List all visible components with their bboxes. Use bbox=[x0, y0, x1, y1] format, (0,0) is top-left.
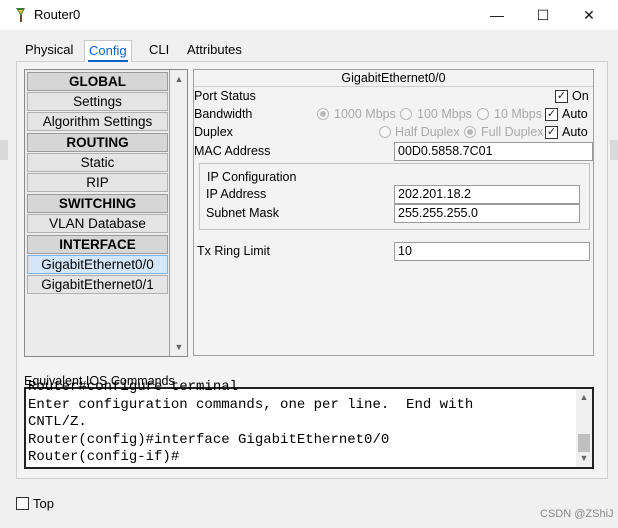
tab-config[interactable]: Config bbox=[84, 40, 132, 62]
sidebar-scrollbar[interactable]: ▲ ▼ bbox=[171, 70, 187, 356]
sidebar-item-algorithm-settings[interactable]: Algorithm Settings bbox=[27, 112, 168, 131]
tab-cli[interactable]: CLI bbox=[145, 40, 173, 62]
bandwidth-100-label: 100 Mbps bbox=[417, 107, 472, 121]
maximize-icon: ☐ bbox=[536, 6, 550, 23]
sidebar-item-gigabitethernet0-0[interactable]: GigabitEthernet0/0 bbox=[27, 255, 168, 274]
scroll-down-icon[interactable]: ▼ bbox=[171, 340, 187, 354]
bandwidth-label: Bandwidth bbox=[194, 107, 253, 121]
tx-ring-limit-label: Tx Ring Limit bbox=[197, 244, 270, 258]
bandwidth-10-radio[interactable] bbox=[477, 108, 489, 120]
interface-title: GigabitEthernet0/0 bbox=[194, 70, 593, 87]
half-duplex-label: Half Duplex bbox=[395, 125, 460, 139]
watermark: CSDN @ZShiJ bbox=[540, 508, 614, 520]
sidebar-item-rip[interactable]: RIP bbox=[27, 173, 168, 192]
scroll-up-icon[interactable]: ▲ bbox=[171, 72, 187, 86]
window-title: Router0 bbox=[34, 7, 81, 22]
tx-ring-limit-field[interactable]: 10 bbox=[394, 242, 590, 261]
sidebar-item-static[interactable]: Static bbox=[27, 153, 168, 172]
sidebar-header-switching: SWITCHING bbox=[27, 194, 168, 213]
maximize-button[interactable]: ☐ bbox=[520, 0, 566, 30]
close-button[interactable]: ✕ bbox=[566, 0, 612, 30]
edge-strip-left bbox=[0, 140, 8, 160]
subnet-mask-field[interactable]: 255.255.255.0 bbox=[394, 204, 580, 223]
minimize-icon: — bbox=[490, 7, 504, 23]
half-duplex-radio[interactable] bbox=[379, 126, 391, 138]
edge-strip-right bbox=[610, 140, 618, 160]
bandwidth-100-radio[interactable] bbox=[400, 108, 412, 120]
bandwidth-1000-label: 1000 Mbps bbox=[334, 107, 396, 121]
port-status-on-label: On bbox=[572, 89, 589, 103]
tab-physical[interactable]: Physical bbox=[21, 40, 77, 62]
ip-configuration-title: IP Configuration bbox=[207, 170, 297, 184]
duplex-auto-label: Auto bbox=[562, 125, 588, 139]
top-label: Top bbox=[33, 496, 54, 511]
full-duplex-label: Full Duplex bbox=[481, 125, 544, 139]
port-status-label: Port Status bbox=[194, 89, 256, 103]
duplex-label: Duplex bbox=[194, 125, 233, 139]
mac-address-label: MAC Address bbox=[194, 144, 271, 158]
console-scrollbar[interactable]: ▲ ▼ bbox=[576, 389, 592, 467]
console-scroll-up-icon[interactable]: ▲ bbox=[576, 390, 592, 404]
close-icon: ✕ bbox=[583, 6, 595, 23]
mac-address-field[interactable]: 00D0.5858.7C01 bbox=[394, 142, 593, 161]
sidebar-header-routing: ROUTING bbox=[27, 133, 168, 152]
console-scroll-down-icon[interactable]: ▼ bbox=[576, 451, 592, 465]
bandwidth-10-label: 10 Mbps bbox=[494, 107, 542, 121]
subnet-mask-label: Subnet Mask bbox=[206, 206, 279, 220]
port-status-checkbox[interactable]: ✓ bbox=[555, 90, 568, 103]
tab-attributes[interactable]: Attributes bbox=[183, 40, 246, 62]
bottom-bar bbox=[0, 479, 618, 528]
bandwidth-auto-label: Auto bbox=[562, 107, 588, 121]
ip-address-field[interactable]: 202.201.18.2 bbox=[394, 185, 580, 204]
full-duplex-radio[interactable] bbox=[464, 126, 476, 138]
ios-commands-text: Router#configure terminal Enter configur… bbox=[28, 379, 474, 465]
minimize-button[interactable]: — bbox=[474, 0, 520, 30]
console-scroll-thumb[interactable] bbox=[578, 434, 590, 452]
top-checkbox[interactable] bbox=[16, 497, 29, 510]
sidebar-header-global: GLOBAL bbox=[27, 72, 168, 91]
sidebar-item-gigabitethernet0-1[interactable]: GigabitEthernet0/1 bbox=[27, 275, 168, 294]
duplex-auto-checkbox[interactable]: ✓ bbox=[545, 126, 558, 139]
router-app-icon bbox=[12, 6, 30, 24]
ip-address-label: IP Address bbox=[206, 187, 267, 201]
sidebar-item-vlan-database[interactable]: VLAN Database bbox=[27, 214, 168, 233]
sidebar-header-interface: INTERFACE bbox=[27, 235, 168, 254]
bandwidth-auto-checkbox[interactable]: ✓ bbox=[545, 108, 558, 121]
sidebar-item-settings[interactable]: Settings bbox=[27, 92, 168, 111]
bandwidth-1000-radio[interactable] bbox=[317, 108, 329, 120]
